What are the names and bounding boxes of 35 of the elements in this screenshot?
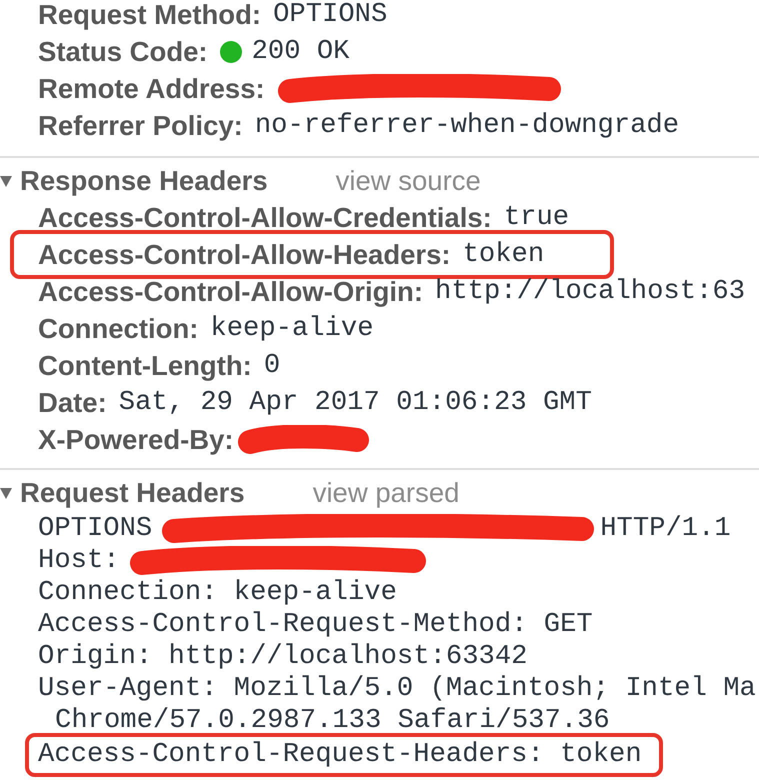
header-line-text: Chrome/57.0.2987.133 Safari/537.36: [55, 705, 610, 737]
header-value: no-referrer-when-downgrade: [254, 109, 680, 143]
header-line-text: Connection: keep-alive: [38, 577, 397, 609]
header-line-text: HTTP/1.1: [600, 513, 731, 545]
header-line-text: Host:: [38, 545, 120, 577]
header-name: Access-Control-Allow-Credentials:: [38, 201, 492, 235]
section-title[interactable]: Response Headers: [20, 162, 268, 199]
header-name: Request Method:: [38, 0, 262, 32]
header-value: 0: [264, 349, 280, 383]
header-value: 200 OK: [252, 35, 350, 69]
header-name: Referrer Policy:: [38, 109, 243, 143]
header-line-text: Access-Control-Request-Method: GET: [38, 609, 593, 641]
header-name: Access-Control-Allow-Headers:: [38, 238, 451, 272]
section-title[interactable]: Request Headers: [20, 474, 245, 511]
header-value: http://localhost:63: [435, 275, 746, 309]
header-name: Date:: [38, 386, 107, 420]
header-line-text: Origin: http://localhost:63342: [38, 641, 528, 673]
header-value: true: [504, 201, 570, 235]
header-value: OPTIONS: [273, 0, 388, 32]
header-line-text: Access-Control-Request-Headers: token: [38, 739, 642, 771]
header-value: keep-alive: [210, 312, 374, 346]
header-name: Status Code:: [38, 35, 208, 69]
header-name: Access-Control-Allow-Origin:: [38, 275, 424, 309]
header-name: X-Powered-By:: [38, 423, 234, 457]
header-name: Connection:: [38, 312, 198, 346]
header-name: Remote Address:: [38, 72, 265, 106]
triangle-down-icon[interactable]: [0, 174, 12, 186]
view-toggle-link[interactable]: view source: [336, 162, 481, 199]
header-line-text: OPTIONS: [38, 513, 152, 545]
header-value: token: [462, 238, 544, 272]
header-value: Sat, 29 Apr 2017 01:06:23 GMT: [118, 386, 592, 420]
header-name: Content-Length:: [38, 349, 252, 383]
triangle-down-icon[interactable]: [0, 486, 12, 498]
view-toggle-link[interactable]: view parsed: [312, 474, 460, 511]
header-line-text: User-Agent: Mozilla/5.0 (Macintosh; Intel Ma: [38, 673, 756, 705]
